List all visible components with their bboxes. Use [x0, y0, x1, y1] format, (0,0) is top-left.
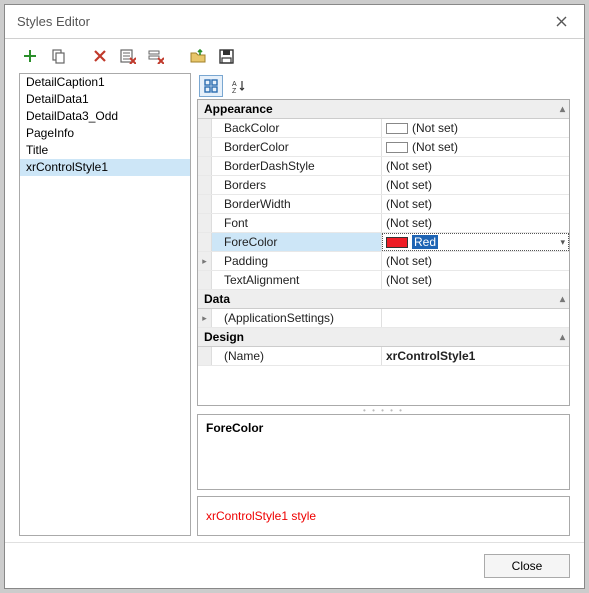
- prop-label: ForeColor: [212, 233, 382, 251]
- prop-row-name[interactable]: (Name) xrControlStyle1: [198, 347, 569, 366]
- description-title: ForeColor: [206, 421, 561, 435]
- expand-icon[interactable]: ▸: [198, 309, 212, 327]
- prop-label: (ApplicationSettings): [212, 309, 382, 327]
- alphabetical-icon[interactable]: AZ: [227, 75, 251, 97]
- category-label: Data: [204, 292, 230, 306]
- chevron-up-icon: ▴: [560, 294, 565, 305]
- styles-list[interactable]: DetailCaption1 DetailData1 DetailData3_O…: [19, 73, 191, 536]
- window-title: Styles Editor: [17, 14, 546, 29]
- prop-row-forecolor[interactable]: ForeColor Red ▾: [198, 233, 569, 252]
- prop-row-borderdash[interactable]: BorderDashStyle (Not set): [198, 157, 569, 176]
- prop-value[interactable]: (Not set): [382, 176, 569, 194]
- prop-value[interactable]: (Not set): [382, 119, 569, 137]
- property-grid: Appearance ▴ BackColor (Not set) BorderC…: [197, 99, 570, 406]
- prop-value[interactable]: (Not set): [382, 195, 569, 213]
- prop-label: Padding: [212, 252, 382, 270]
- category-design[interactable]: Design ▴: [198, 328, 569, 347]
- prop-label: Borders: [212, 176, 382, 194]
- delete-section-icon[interactable]: [117, 45, 139, 67]
- toolbar: [5, 39, 584, 73]
- footer: Close: [5, 542, 584, 588]
- titlebar: Styles Editor: [5, 5, 584, 39]
- swatch-icon: [386, 142, 408, 153]
- splitter[interactable]: • • • • •: [197, 406, 570, 414]
- swatch-icon: [386, 123, 408, 134]
- copy-icon[interactable]: [47, 45, 69, 67]
- chevron-up-icon: ▴: [560, 104, 565, 115]
- list-item[interactable]: Title: [20, 142, 190, 159]
- add-icon[interactable]: [19, 45, 41, 67]
- svg-text:Z: Z: [232, 88, 237, 93]
- swatch-icon: [386, 237, 408, 248]
- prop-value[interactable]: (Not set): [382, 138, 569, 156]
- prop-row-appsettings[interactable]: ▸ (ApplicationSettings): [198, 309, 569, 328]
- prop-row-borderwidth[interactable]: BorderWidth (Not set): [198, 195, 569, 214]
- prop-label: BackColor: [212, 119, 382, 137]
- prop-value[interactable]: (Not set): [382, 252, 569, 270]
- prop-label: BorderWidth: [212, 195, 382, 213]
- save-icon[interactable]: [215, 45, 237, 67]
- list-item[interactable]: DetailData1: [20, 91, 190, 108]
- expand-icon[interactable]: ▸: [198, 252, 212, 270]
- style-preview: xrControlStyle1 style: [197, 496, 570, 536]
- prop-row-textalign[interactable]: TextAlignment (Not set): [198, 271, 569, 290]
- prop-row-padding[interactable]: ▸ Padding (Not set): [198, 252, 569, 271]
- prop-row-font[interactable]: Font (Not set): [198, 214, 569, 233]
- prop-value[interactable]: (Not set): [382, 271, 569, 289]
- category-label: Appearance: [204, 102, 273, 116]
- list-item[interactable]: PageInfo: [20, 125, 190, 142]
- open-icon[interactable]: [187, 45, 209, 67]
- list-item[interactable]: DetailData3_Odd: [20, 108, 190, 125]
- prop-label: BorderColor: [212, 138, 382, 156]
- prop-row-bordercolor[interactable]: BorderColor (Not set): [198, 138, 569, 157]
- prop-label: (Name): [212, 347, 382, 365]
- close-icon[interactable]: [546, 7, 576, 37]
- content: DetailCaption1 DetailData1 DetailData3_O…: [5, 73, 584, 542]
- prop-value[interactable]: (Not set): [382, 157, 569, 175]
- prop-value[interactable]: (Not set): [382, 214, 569, 232]
- delete-icon[interactable]: [89, 45, 111, 67]
- category-data[interactable]: Data ▴: [198, 290, 569, 309]
- description-box: ForeColor: [197, 414, 570, 490]
- property-toolbar: AZ: [197, 73, 570, 99]
- prop-value[interactable]: Red ▾: [382, 233, 569, 251]
- chevron-down-icon[interactable]: ▾: [560, 237, 565, 248]
- close-button[interactable]: Close: [484, 554, 570, 578]
- preview-text: xrControlStyle1 style: [206, 509, 316, 523]
- list-item[interactable]: DetailCaption1: [20, 74, 190, 91]
- dialog-window: Styles Editor DetailCaption1: [4, 4, 585, 589]
- prop-row-backcolor[interactable]: BackColor (Not set): [198, 119, 569, 138]
- prop-label: TextAlignment: [212, 271, 382, 289]
- prop-value[interactable]: xrControlStyle1: [382, 347, 569, 365]
- prop-value[interactable]: [382, 309, 569, 327]
- category-appearance[interactable]: Appearance ▴: [198, 100, 569, 119]
- prop-label: Font: [212, 214, 382, 232]
- prop-label: BorderDashStyle: [212, 157, 382, 175]
- delete-all-icon[interactable]: [145, 45, 167, 67]
- categorized-icon[interactable]: [199, 75, 223, 97]
- chevron-up-icon: ▴: [560, 332, 565, 343]
- category-label: Design: [204, 330, 244, 344]
- property-panel: AZ Appearance ▴ BackColor (Not set) Bord…: [197, 73, 570, 536]
- list-item[interactable]: xrControlStyle1: [20, 159, 190, 176]
- svg-text:A: A: [232, 81, 237, 88]
- prop-row-borders[interactable]: Borders (Not set): [198, 176, 569, 195]
